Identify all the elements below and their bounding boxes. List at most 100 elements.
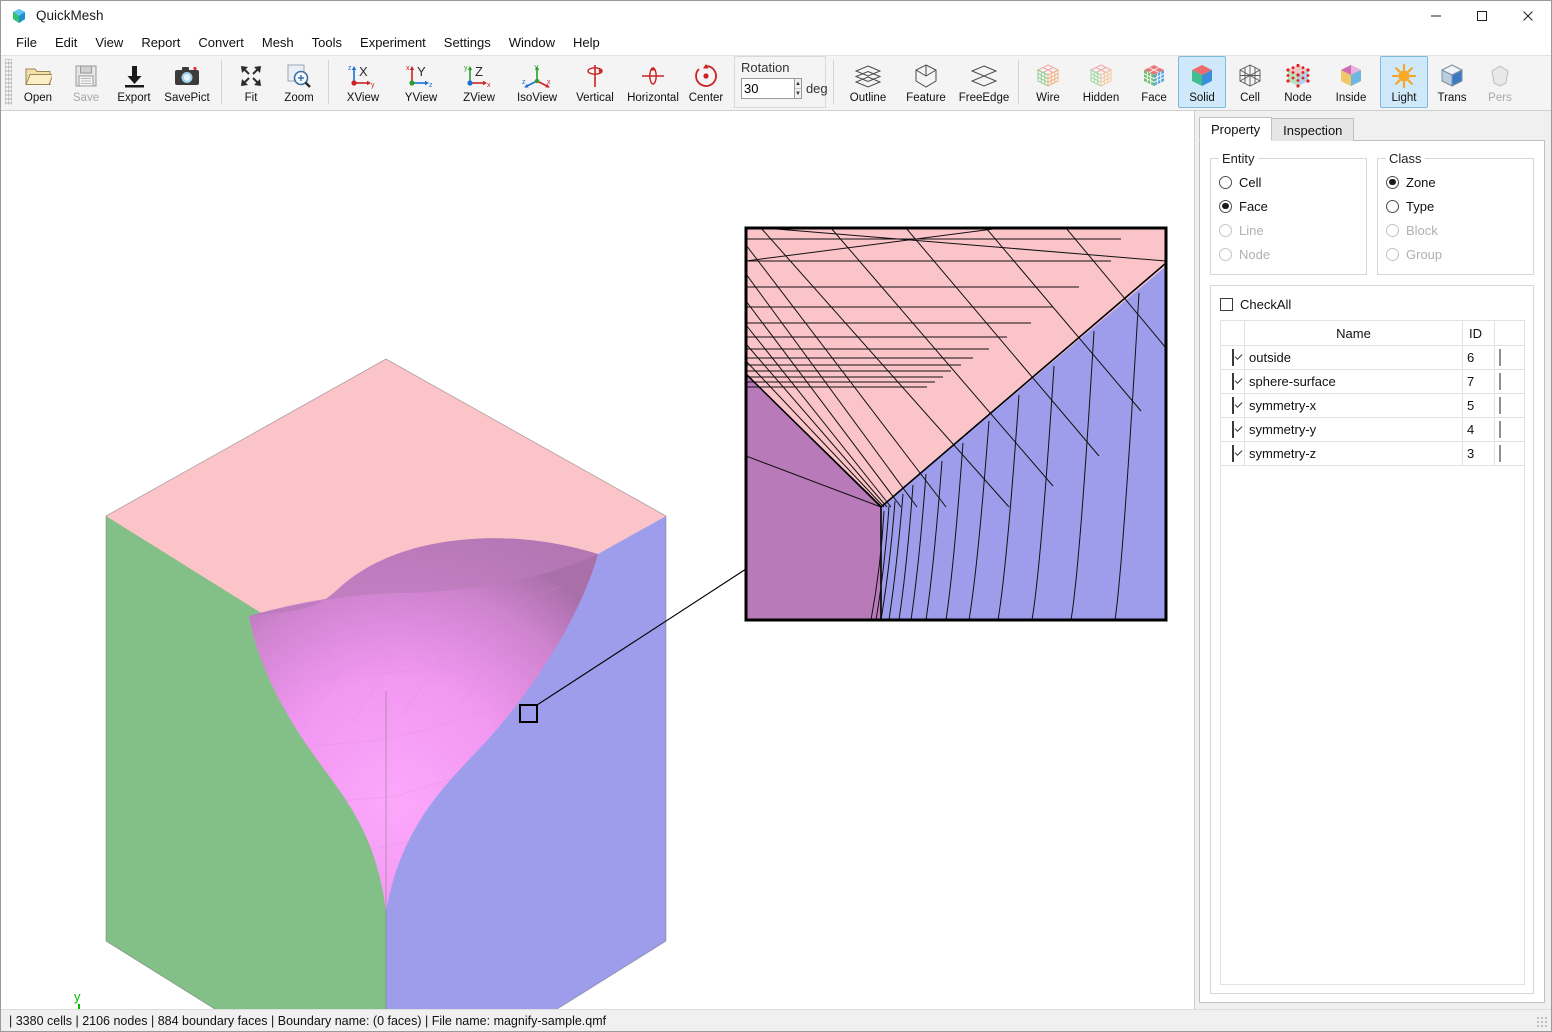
app-cube-icon <box>10 7 28 25</box>
menu-help[interactable]: Help <box>564 32 609 54</box>
menu-mesh[interactable]: Mesh <box>253 32 303 54</box>
radio-class-zone[interactable]: Zone <box>1386 170 1525 194</box>
menu-file[interactable]: File <box>7 32 46 54</box>
menu-convert[interactable]: Convert <box>189 32 253 54</box>
yview-button[interactable]: x z Y YView <box>392 56 450 108</box>
menu-experiment[interactable]: Experiment <box>351 32 435 54</box>
minimize-button[interactable] <box>1413 1 1459 31</box>
magnifier-inset <box>744 226 1168 622</box>
tab-inspection[interactable]: Inspection <box>1271 118 1355 141</box>
radio-icon-selected <box>1219 199 1232 213</box>
row-color-cell[interactable] <box>1494 393 1525 418</box>
yview-button-label: YView <box>404 92 438 104</box>
zview-button-label: ZView <box>463 92 495 104</box>
spinner-down-icon[interactable]: ▼ <box>795 89 801 98</box>
wire-button[interactable]: Wire <box>1024 56 1072 108</box>
face-button[interactable]: Face <box>1130 56 1178 108</box>
radio-entity-face[interactable]: Face <box>1219 194 1358 218</box>
light-sun-icon <box>1387 61 1421 91</box>
light-button[interactable]: Light <box>1380 56 1428 108</box>
zoom-button[interactable]: Zoom <box>275 56 323 108</box>
xview-button[interactable]: z y X XView <box>334 56 392 108</box>
row-color-cell[interactable] <box>1494 369 1525 394</box>
freeedge-button[interactable]: FreeEdge <box>955 56 1013 108</box>
row-checkbox-cell[interactable] <box>1220 369 1245 394</box>
maximize-button[interactable] <box>1459 1 1505 31</box>
rotation-input[interactable] <box>741 78 795 99</box>
face-button-label: Face <box>1141 92 1167 104</box>
row-color-cell[interactable] <box>1494 345 1525 370</box>
row-checkbox[interactable] <box>1231 373 1234 390</box>
row-checkbox-cell[interactable] <box>1220 345 1245 370</box>
svg-text:x: x <box>406 65 410 72</box>
close-button[interactable] <box>1505 1 1551 31</box>
axis-label-y: y <box>74 989 81 1004</box>
save-button[interactable]: Save <box>62 56 110 108</box>
outline-button-label: Outline <box>849 92 887 104</box>
table-row[interactable]: symmetry-y 4 <box>1220 417 1525 442</box>
vertical-button[interactable]: Vertical <box>566 56 624 108</box>
row-color-cell[interactable] <box>1494 441 1525 466</box>
pers-button[interactable]: Pers <box>1476 56 1524 108</box>
3d-viewport[interactable]: y z x <box>1 111 1195 1009</box>
rotation-spinner[interactable]: ▲ ▼ <box>795 78 802 99</box>
menu-tools[interactable]: Tools <box>303 32 351 54</box>
row-checkbox-cell[interactable] <box>1220 441 1245 466</box>
menu-view[interactable]: View <box>86 32 132 54</box>
tab-property[interactable]: Property <box>1199 117 1273 141</box>
toolbar-grip[interactable] <box>5 59 12 105</box>
radio-entity-cell[interactable]: Cell <box>1219 170 1358 194</box>
isoview-button[interactable]: Y z x IsoView <box>508 56 566 108</box>
outline-button[interactable]: Outline <box>839 56 897 108</box>
trans-button[interactable]: Trans <box>1428 56 1476 108</box>
row-checkbox[interactable] <box>1231 397 1234 414</box>
open-button[interactable]: Open <box>14 56 62 108</box>
vertical-button-label: Vertical <box>576 92 614 104</box>
solid-button[interactable]: Solid <box>1178 56 1226 108</box>
menu-window[interactable]: Window <box>500 32 564 54</box>
export-button[interactable]: Export <box>110 56 158 108</box>
spinner-up-icon[interactable]: ▲ <box>795 79 801 89</box>
col-name[interactable]: Name <box>1244 320 1463 346</box>
rotate-horizontal-icon <box>636 61 670 91</box>
status-text: | 3380 cells | 2106 nodes | 884 boundary… <box>9 1013 607 1028</box>
rotate-vertical-icon <box>578 61 612 91</box>
checkall-label: CheckAll <box>1240 296 1292 312</box>
radio-class-type-label: Type <box>1406 198 1435 214</box>
node-button[interactable]: Node <box>1274 56 1322 108</box>
row-color-cell[interactable] <box>1494 417 1525 442</box>
zview-button[interactable]: y x Z ZView <box>450 56 508 108</box>
toolbar-separator <box>1018 60 1019 104</box>
zone-table-empty-area[interactable] <box>1220 466 1525 985</box>
center-button[interactable]: Center <box>682 56 730 108</box>
checkall-checkbox[interactable] <box>1220 297 1233 311</box>
radio-class-type[interactable]: Type <box>1386 194 1525 218</box>
color-swatch <box>1499 373 1501 390</box>
table-row[interactable]: symmetry-x 5 <box>1220 393 1525 418</box>
horizontal-button[interactable]: Horizontal <box>624 56 682 108</box>
checkall-row[interactable]: CheckAll <box>1220 294 1525 314</box>
table-row[interactable]: outside 6 <box>1220 345 1525 370</box>
row-id: 6 <box>1462 345 1495 370</box>
cell-button[interactable]: Cell <box>1226 56 1274 108</box>
row-checkbox-cell[interactable] <box>1220 417 1245 442</box>
table-row[interactable]: symmetry-z 3 <box>1220 441 1525 466</box>
menu-report[interactable]: Report <box>132 32 189 54</box>
row-checkbox-cell[interactable] <box>1220 393 1245 418</box>
col-id[interactable]: ID <box>1462 320 1495 346</box>
menu-settings[interactable]: Settings <box>435 32 500 54</box>
table-row[interactable]: sphere-surface 7 <box>1220 369 1525 394</box>
row-checkbox[interactable] <box>1231 421 1234 438</box>
fit-arrows-icon <box>234 61 268 91</box>
savepict-button[interactable]: SavePict <box>158 56 216 108</box>
inside-button[interactable]: Inside <box>1322 56 1380 108</box>
hidden-button[interactable]: Hidden <box>1072 56 1130 108</box>
row-checkbox[interactable] <box>1231 445 1234 462</box>
row-name: sphere-surface <box>1244 369 1463 394</box>
radio-entity-line-label: Line <box>1239 222 1264 238</box>
feature-button[interactable]: Feature <box>897 56 955 108</box>
row-checkbox[interactable] <box>1231 349 1234 366</box>
resize-grip[interactable] <box>1536 1016 1548 1028</box>
fit-button[interactable]: Fit <box>227 56 275 108</box>
menu-edit[interactable]: Edit <box>46 32 86 54</box>
